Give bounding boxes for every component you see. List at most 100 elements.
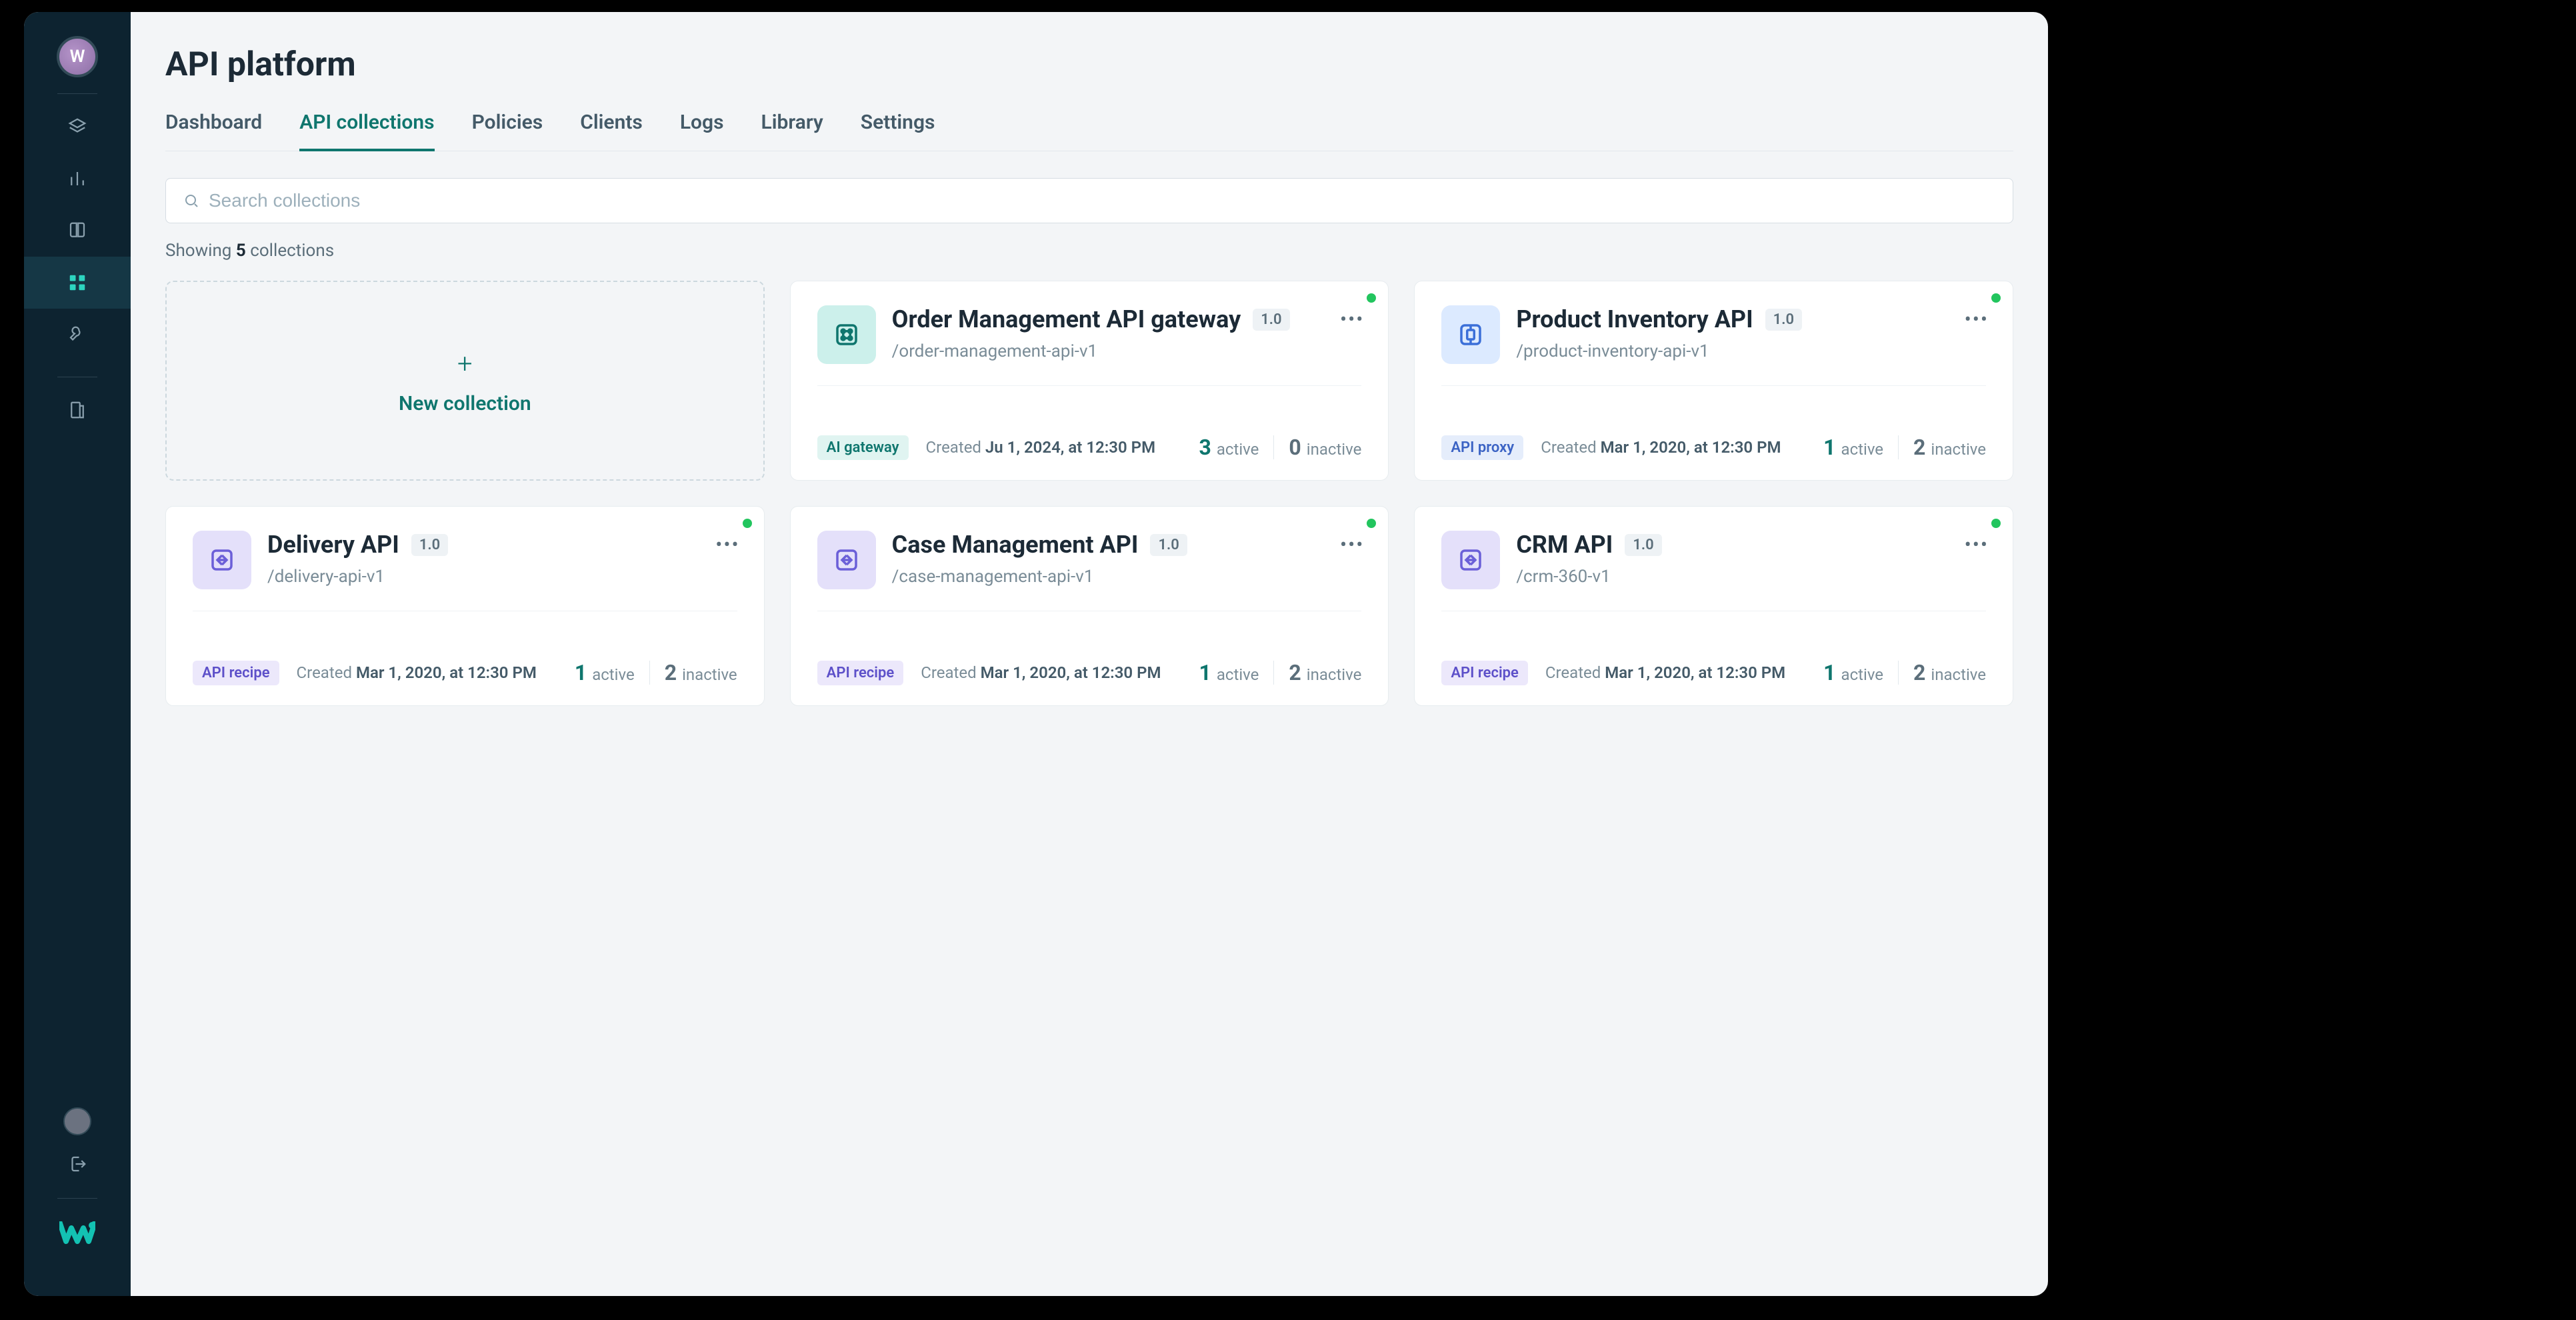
collection-icon (193, 531, 251, 589)
left-rail: W (24, 12, 131, 1296)
card-divider (817, 385, 1362, 386)
collection-card[interactable]: •••Product Inventory API1.0/product-inve… (1414, 281, 2013, 481)
collection-card[interactable]: •••Delivery API1.0/delivery-api-v1API re… (165, 506, 765, 706)
collection-card[interactable]: ••• Order Management API gateway 1.0/order… (790, 281, 1389, 481)
collection-title: Order Management API gateway (892, 305, 1241, 333)
rail-item-data[interactable] (24, 384, 131, 436)
inactive-label: inactive (1931, 665, 1986, 684)
version-badge: 1.0 (1150, 534, 1187, 556)
more-menu-button[interactable]: ••• (1340, 308, 1364, 331)
tab-logs[interactable]: Logs (680, 111, 724, 151)
inactive-label: inactive (1307, 665, 1362, 684)
page-title: API platform (165, 45, 2013, 84)
active-count: 1 (1199, 660, 1211, 685)
created-text: Created Mar 1, 2020, at 12:30 PM (1541, 438, 1781, 457)
tab-policies[interactable]: Policies (472, 111, 543, 151)
endpoint-counts: 1 active 2 inactive (575, 660, 737, 685)
active-label: active (592, 665, 635, 684)
avatar-initial: W (70, 47, 85, 67)
collection-card[interactable]: •••CRM API1.0/crm-360-v1API recipeCreate… (1414, 506, 2013, 706)
created-text: Created Mar 1, 2020, at 12:30 PM (1545, 663, 1785, 682)
tab-settings[interactable]: Settings (861, 111, 935, 151)
version-badge: 1.0 (1253, 309, 1289, 331)
search-bar[interactable] (165, 178, 2013, 223)
collection-path: /order-management-api-v1 (892, 341, 1330, 361)
active-label: active (1841, 665, 1884, 684)
inactive-count: 2 (1913, 435, 1925, 460)
inactive-count: 2 (665, 660, 677, 685)
grid-icon (67, 273, 87, 293)
collection-path: /case-management-api-v1 (892, 567, 1227, 587)
tab-dashboard[interactable]: Dashboard (165, 111, 262, 151)
rail-item-library[interactable] (24, 205, 131, 257)
database-icon (67, 400, 87, 420)
collection-card[interactable]: ••• Case Management API 1.0/case-managemen… (790, 506, 1389, 706)
endpoint-counts: 1active2inactive (1199, 660, 1362, 685)
active-count: 1 (1823, 435, 1835, 460)
rail-separator (57, 93, 97, 94)
logout-icon (67, 1154, 87, 1174)
endpoint-counts: 1 active 2 inactive (1823, 435, 1986, 460)
count-separator (1898, 435, 1899, 459)
rail-item-analytics[interactable] (24, 153, 131, 205)
more-menu-button[interactable]: ••• (1340, 533, 1364, 557)
brand-logo-icon (59, 1221, 95, 1248)
collection-tag: AI gateway (817, 435, 909, 460)
rail-item-tools[interactable] (24, 309, 131, 361)
tab-api-collections[interactable]: API collections (299, 111, 434, 151)
collection-path: /product-inventory-api-v1 (1516, 341, 1842, 361)
collection-tag: API proxy (1441, 435, 1523, 460)
wrench-icon (67, 325, 87, 345)
count-separator (1273, 435, 1274, 459)
collection-title: Case Management API (892, 531, 1139, 559)
more-menu-button[interactable]: ••• (1965, 533, 1989, 557)
collection-tag: API recipe (817, 661, 904, 685)
count-separator (1898, 661, 1899, 685)
version-badge: 1.0 (411, 534, 448, 556)
collection-path: /crm-360-v1 (1516, 567, 1701, 587)
rail-item-logout[interactable] (67, 1154, 87, 1177)
collection-icon (817, 531, 876, 589)
collection-path: /delivery-api-v1 (267, 567, 488, 587)
inactive-label: inactive (1307, 440, 1362, 459)
search-input[interactable] (209, 190, 1995, 211)
collection-tag: API recipe (193, 661, 279, 685)
new-collection-card[interactable]: +New collection (165, 281, 765, 481)
version-badge: 1.0 (1765, 309, 1802, 331)
main-content: API platform Dashboard API collections Pol… (131, 12, 2048, 1296)
tab-clients[interactable]: Clients (580, 111, 643, 151)
more-menu-button[interactable]: ••• (1965, 308, 1989, 331)
rail-item-stack[interactable] (24, 101, 131, 153)
inactive-label: inactive (682, 665, 737, 684)
active-label: active (1217, 665, 1259, 684)
created-text: Created Mar 1, 2020, at 12:30 PM (921, 663, 1161, 682)
search-icon (183, 193, 199, 209)
active-label: active (1841, 440, 1884, 459)
result-suffix: collections (246, 241, 334, 261)
active-count: 1 (575, 660, 587, 685)
tabs: Dashboard API collections Policies Clients L… (165, 111, 2013, 151)
collection-icon (1441, 305, 1500, 364)
created-text: Created Mar 1, 2020, at 12:30 PM (297, 663, 537, 682)
brand-logo (59, 1220, 95, 1276)
status-dot (1367, 519, 1376, 528)
inactive-count: 2 (1913, 660, 1925, 685)
status-dot (743, 519, 752, 528)
status-dot (1991, 519, 2001, 528)
more-menu-button[interactable]: ••• (715, 533, 739, 557)
collection-tag: API recipe (1441, 661, 1528, 685)
card-divider (1441, 385, 1986, 386)
count-separator (649, 661, 650, 685)
plus-icon: + (457, 351, 473, 377)
endpoint-counts: 1active2inactive (1823, 660, 1986, 685)
tab-library[interactable]: Library (761, 111, 823, 151)
user-avatar[interactable] (63, 1107, 91, 1135)
active-count: 3 (1199, 435, 1211, 460)
collection-title: CRM API (1516, 531, 1613, 559)
inactive-label: inactive (1931, 440, 1986, 459)
endpoint-counts: 3active0inactive (1199, 435, 1362, 460)
workspace-avatar[interactable]: W (57, 36, 98, 77)
result-number: 5 (236, 241, 246, 261)
collection-icon (1441, 531, 1500, 589)
rail-item-api-platform[interactable] (24, 257, 131, 309)
